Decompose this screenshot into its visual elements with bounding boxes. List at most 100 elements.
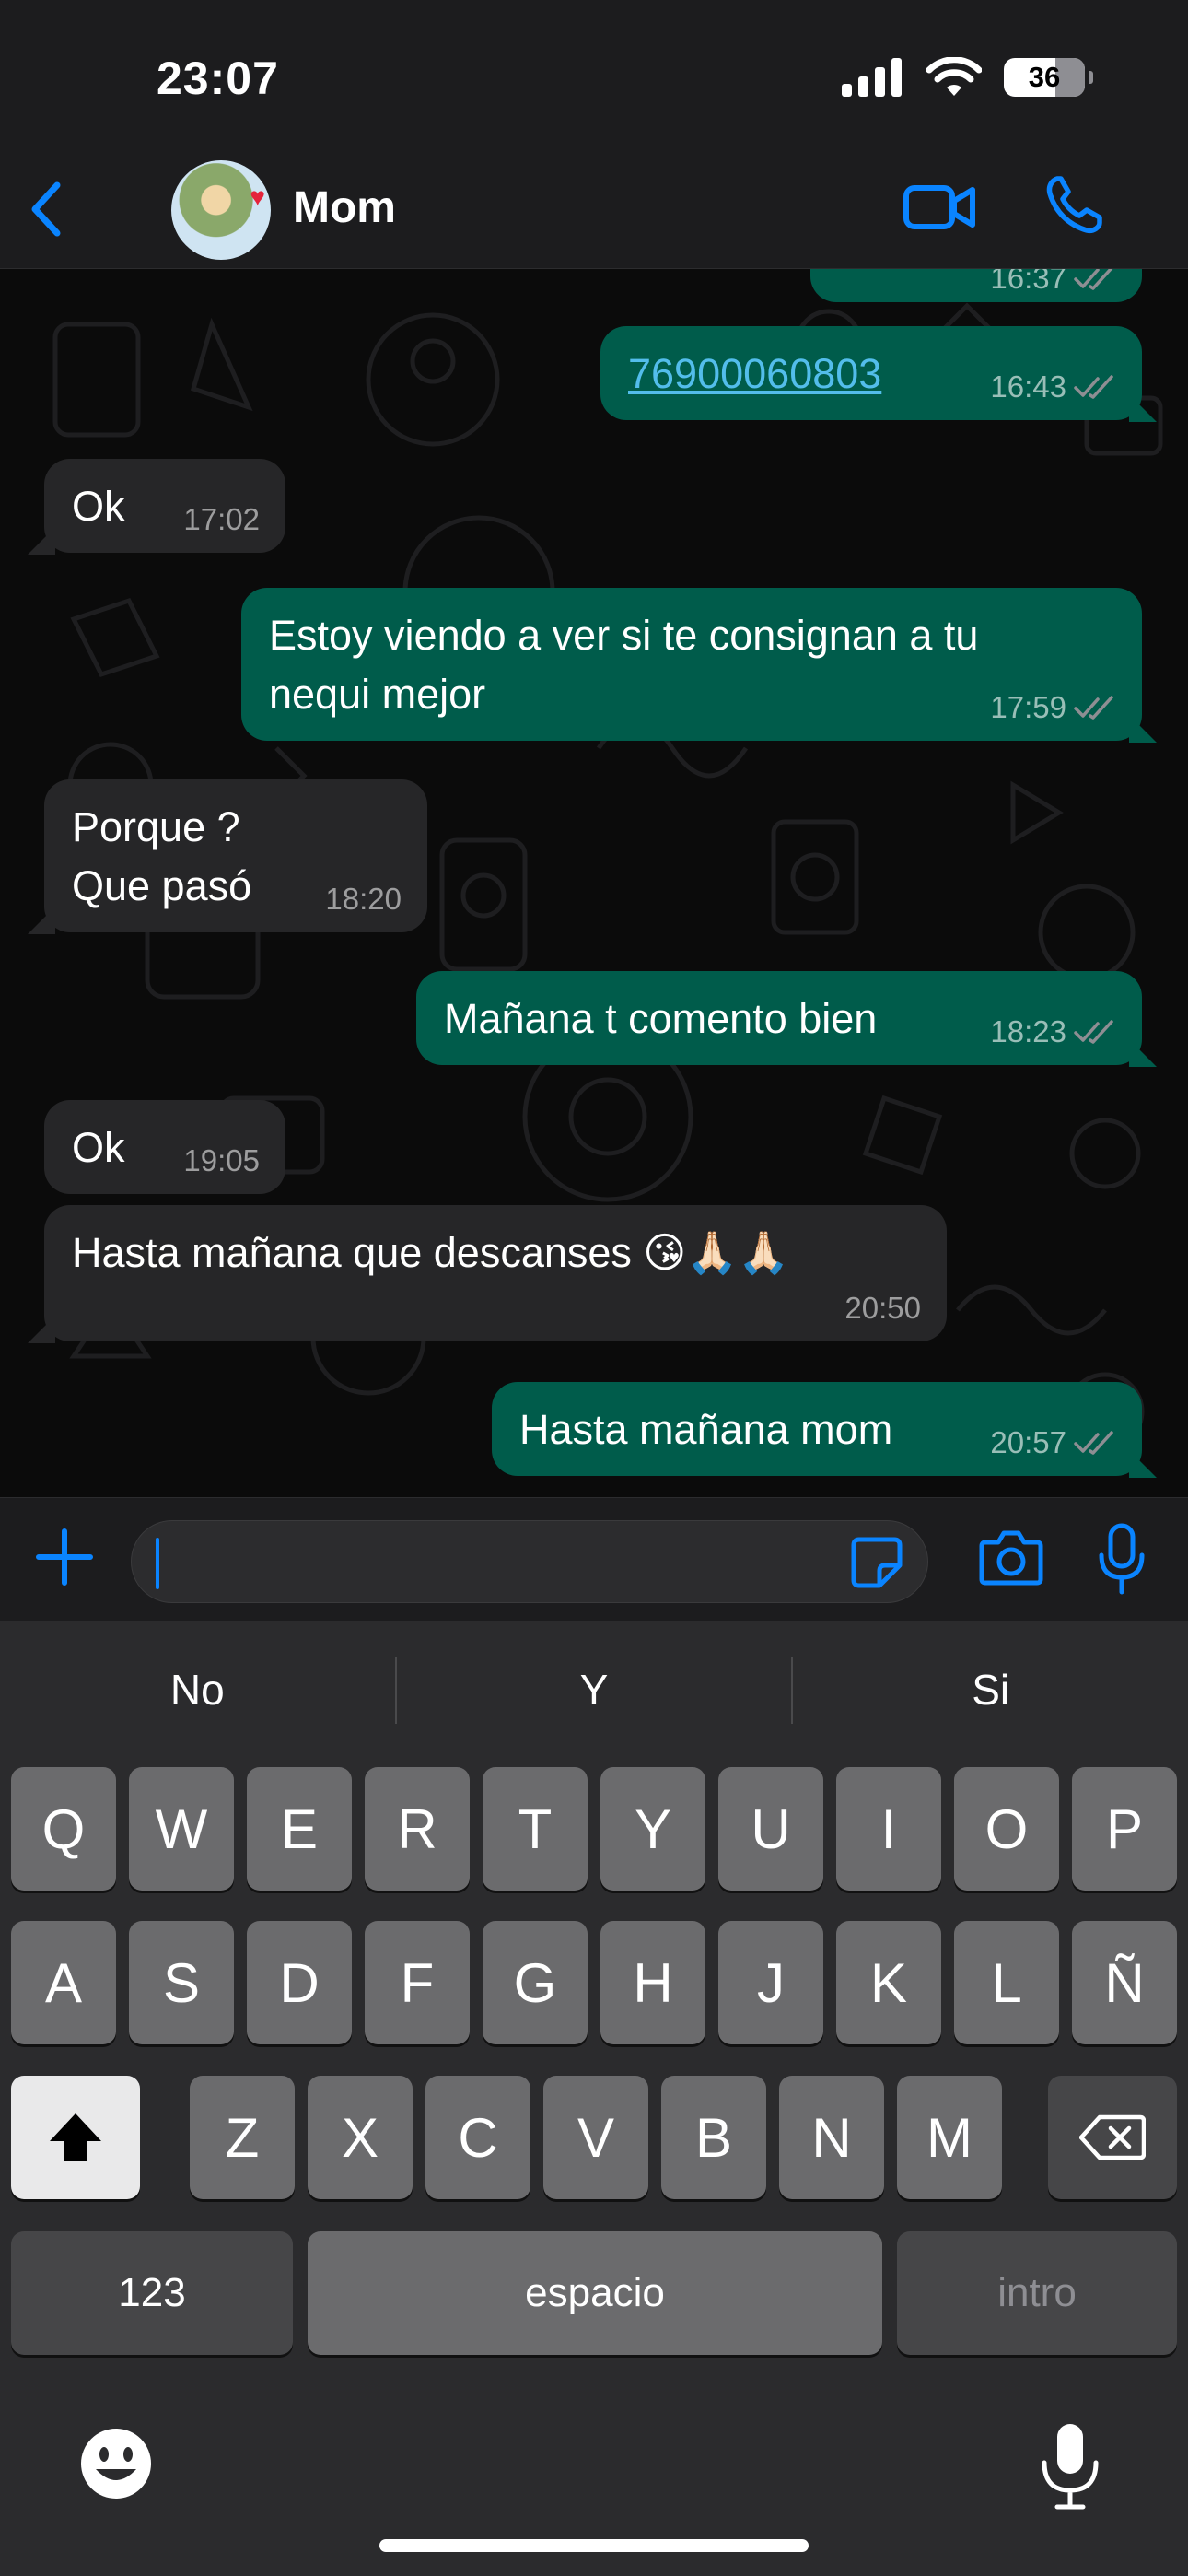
message-bubble-outgoing[interactable]: Estoy viendo a ver si te consignan a tu … — [241, 588, 1142, 741]
key-c[interactable]: C — [425, 2076, 530, 2199]
key-w[interactable]: W — [129, 1767, 234, 1891]
key-h[interactable]: H — [600, 1921, 705, 2044]
read-ticks-icon — [1074, 269, 1113, 290]
cellular-signal-icon — [842, 58, 902, 97]
message-text: Listo — [838, 269, 926, 280]
read-ticks-icon — [1074, 1020, 1113, 1044]
backspace-icon — [1079, 2114, 1146, 2160]
back-button[interactable] — [28, 177, 83, 241]
attach-button[interactable] — [33, 1526, 96, 1593]
voice-call-button[interactable] — [1044, 175, 1103, 239]
space-key[interactable]: espacio — [308, 2231, 882, 2355]
key-g[interactable]: G — [483, 1921, 588, 2044]
key-n[interactable]: N — [779, 2076, 884, 2199]
key-u[interactable]: U — [718, 1767, 823, 1891]
video-camera-icon — [903, 185, 975, 229]
message-text-line: Porque ? — [72, 803, 240, 850]
camera-button[interactable] — [978, 1528, 1044, 1591]
phone-number-link[interactable]: 76900060803 — [628, 350, 881, 397]
key-f[interactable]: F — [365, 1921, 470, 2044]
message-bubble-outgoing[interactable]: Listo 16:37 — [810, 269, 1142, 302]
phone-icon — [1046, 176, 1102, 234]
message-meta: 16:43 — [990, 369, 1116, 405]
key-j[interactable]: J — [718, 1921, 823, 2044]
key-m[interactable]: M — [897, 2076, 1002, 2199]
return-key[interactable]: intro — [897, 2231, 1177, 2355]
message-bubble-outgoing[interactable]: Hasta mañana mom 20:57 — [492, 1382, 1142, 1476]
battery-level: 36 — [1028, 61, 1061, 93]
camera-icon — [979, 1530, 1043, 1586]
message-time: 20:50 — [844, 1291, 921, 1325]
message-text: Ok — [72, 1124, 125, 1171]
read-ticks-icon — [1074, 375, 1113, 399]
key-b[interactable]: B — [661, 2076, 766, 2199]
message-bubble-incoming[interactable]: Ok 17:02 — [44, 459, 285, 553]
chevron-left-icon — [31, 181, 61, 237]
message-time: 19:05 — [183, 1143, 260, 1177]
heart-icon: ♥ — [250, 182, 265, 211]
key-o[interactable]: O — [954, 1767, 1059, 1891]
status-icons: 36 — [840, 57, 1093, 98]
key-a[interactable]: A — [11, 1921, 116, 2044]
shift-key[interactable] — [11, 2076, 140, 2199]
message-bubble-incoming[interactable]: Porque ? Que pasó 18:20 — [44, 779, 427, 932]
wifi-icon — [926, 57, 982, 96]
voice-message-button[interactable] — [1096, 1522, 1147, 1600]
read-ticks-icon — [1074, 696, 1113, 720]
microphone-icon — [1099, 1523, 1145, 1595]
video-call-button[interactable] — [903, 177, 976, 240]
key-enye[interactable]: Ñ — [1072, 1921, 1177, 2044]
suggestion-item[interactable]: Si — [793, 1621, 1188, 1759]
key-s[interactable]: S — [129, 1921, 234, 2044]
message-time: 18:20 — [325, 882, 402, 916]
key-z[interactable]: Z — [190, 2076, 295, 2199]
message-time: 17:02 — [183, 502, 260, 536]
dictation-mic-icon — [1042, 2424, 1099, 2510]
sticker-button[interactable] — [850, 1536, 903, 1594]
message-meta: 19:05 — [183, 1142, 260, 1179]
key-x[interactable]: X — [308, 2076, 413, 2199]
message-text: Hasta mañana mom — [519, 1406, 893, 1453]
contact-avatar[interactable]: ♥ — [171, 160, 271, 260]
key-i[interactable]: I — [836, 1767, 941, 1891]
key-v[interactable]: V — [543, 2076, 648, 2199]
sticker-icon — [851, 1537, 903, 1588]
message-time: 18:23 — [990, 1014, 1066, 1048]
key-r[interactable]: R — [365, 1767, 470, 1891]
suggestion-item[interactable]: No — [0, 1621, 395, 1759]
chat-messages[interactable]: Listo 16:37 76900060803 16:43 Ok 17:02 E… — [0, 269, 1188, 1497]
key-y[interactable]: Y — [600, 1767, 705, 1891]
message-meta: 16:37 — [990, 269, 1116, 297]
dictation-button[interactable] — [1037, 2420, 1103, 2517]
key-k[interactable]: K — [836, 1921, 941, 2044]
contact-name[interactable]: Mom — [293, 182, 396, 233]
message-text-line: nequi mejor — [269, 671, 486, 718]
message-time: 16:43 — [990, 369, 1066, 404]
message-time: 16:37 — [990, 269, 1066, 295]
plus-icon — [36, 1528, 93, 1586]
suggestion-item[interactable]: Y — [397, 1621, 792, 1759]
key-p[interactable]: P — [1072, 1767, 1177, 1891]
message-text-line: Estoy viendo a ver si te consignan a tu — [269, 612, 979, 659]
backspace-key[interactable] — [1048, 2076, 1177, 2199]
message-input[interactable] — [131, 1520, 928, 1603]
key-d[interactable]: D — [247, 1921, 352, 2044]
predictive-bar: No Y Si — [0, 1621, 1188, 1759]
key-e[interactable]: E — [247, 1767, 352, 1891]
chat-header: 23:07 36 ♥ Mom — [0, 0, 1188, 269]
message-meta: 18:20 — [325, 881, 402, 918]
keyboard: No Y Si Q W E R T Y U I O P A S D F G H … — [0, 1621, 1188, 2576]
message-text: Mañana t comento bien — [444, 995, 878, 1042]
status-time: 23:07 — [157, 53, 279, 104]
key-t[interactable]: T — [483, 1767, 588, 1891]
message-bubble-outgoing[interactable]: 76900060803 16:43 — [600, 326, 1142, 420]
key-q[interactable]: Q — [11, 1767, 116, 1891]
home-indicator[interactable] — [379, 2539, 809, 2552]
key-l[interactable]: L — [954, 1921, 1059, 2044]
numbers-key[interactable]: 123 — [11, 2231, 293, 2355]
message-bubble-incoming[interactable]: Hasta mañana que descanses 😘🙏🏻🙏🏻 20:50 — [44, 1205, 947, 1341]
message-bubble-outgoing[interactable]: Mañana t comento bien 18:23 — [416, 971, 1142, 1065]
read-ticks-icon — [1074, 1431, 1113, 1455]
message-bubble-incoming[interactable]: Ok 19:05 — [44, 1100, 285, 1194]
emoji-button[interactable] — [77, 2425, 155, 2507]
